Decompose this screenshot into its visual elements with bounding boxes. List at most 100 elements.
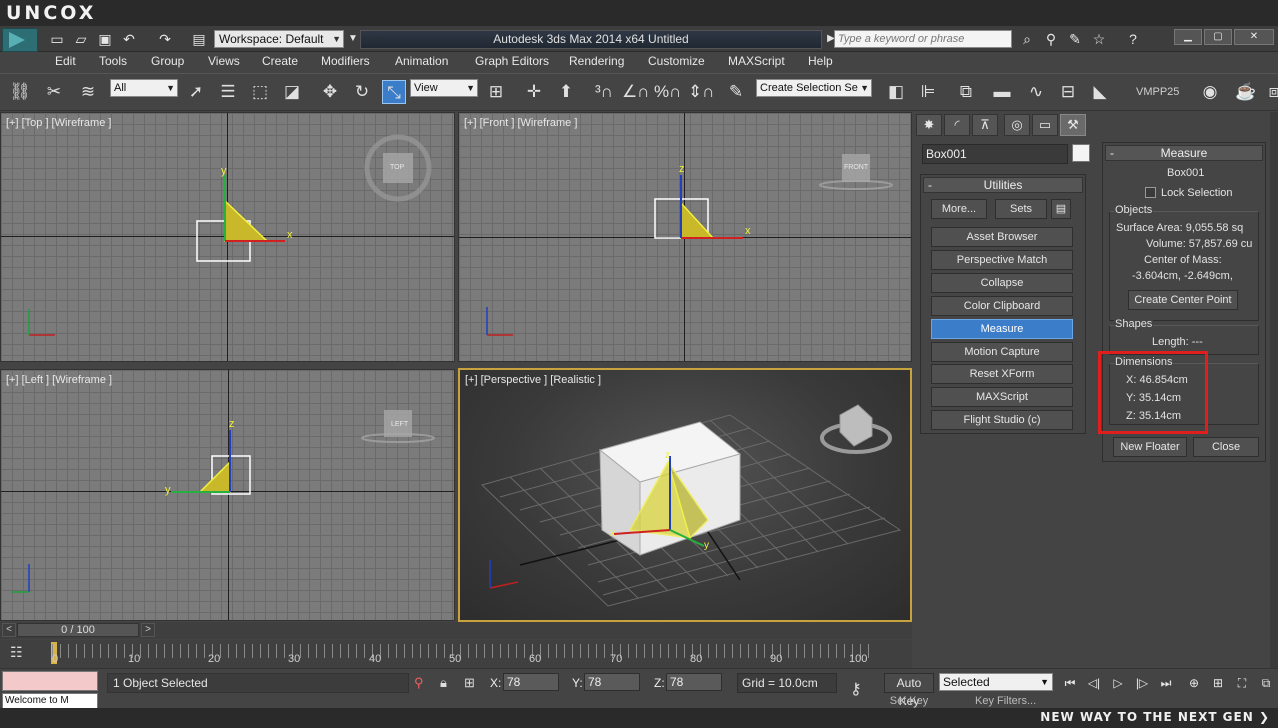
motion-capture-button[interactable]: Motion Capture xyxy=(931,342,1073,362)
viewcube-left-label[interactable]: LEFT xyxy=(391,421,408,428)
align-icon[interactable]: ⊫ xyxy=(916,80,940,104)
pivot-center-icon[interactable]: ⊞ xyxy=(484,80,508,104)
object-color-swatch[interactable] xyxy=(1072,144,1090,162)
snaps-toggle-icon[interactable]: ³∩ xyxy=(592,80,616,104)
absolute-mode-icon[interactable]: ⊞ xyxy=(464,675,475,691)
track-bar[interactable]: ☷ 0 10 20 30 40 50 60 70 80 90 100 xyxy=(0,640,912,668)
key-filters-button[interactable]: Key Filters... xyxy=(975,695,1036,707)
close-button[interactable]: Close xyxy=(1193,437,1259,457)
previous-frame-button[interactable]: < xyxy=(2,623,16,637)
move-icon[interactable]: ✥ xyxy=(318,80,342,104)
menu-create[interactable]: Create xyxy=(262,54,298,68)
frame-indicator[interactable]: 0 / 100 xyxy=(17,623,139,637)
display-tab-icon[interactable]: ▭ xyxy=(1032,114,1058,136)
y-coordinate-field[interactable]: 78 xyxy=(584,673,640,691)
object-name-field[interactable]: Box001 xyxy=(922,144,1068,164)
x-coordinate-field[interactable]: 78 xyxy=(503,673,559,691)
zoom-all-icon[interactable]: ⊞ xyxy=(1208,673,1228,693)
communication-icon[interactable]: ✎ xyxy=(1066,30,1084,48)
next-key-icon[interactable]: |▷ xyxy=(1132,673,1152,693)
hierarchy-tab-icon[interactable]: ⊼ xyxy=(972,114,998,136)
new-floater-button[interactable]: New Floater xyxy=(1113,437,1187,457)
menu-tools[interactable]: Tools xyxy=(99,54,127,68)
viewcube-top-label[interactable]: TOP xyxy=(390,164,404,171)
collapse-button[interactable]: Collapse xyxy=(931,273,1073,293)
selection-filter-dropdown[interactable]: All ▼ xyxy=(110,79,178,97)
measure-button[interactable]: Measure xyxy=(931,319,1073,339)
menu-help[interactable]: Help xyxy=(808,54,833,68)
open-file-icon[interactable]: ▱ xyxy=(72,30,90,48)
layer-manager-icon[interactable]: ⧉ xyxy=(954,80,978,104)
mirror-icon[interactable]: ◧ xyxy=(884,80,908,104)
zoom-extents-all-icon[interactable]: ⧉ xyxy=(1256,673,1276,693)
go-to-start-icon[interactable]: ⏮ xyxy=(1060,673,1080,693)
create-center-point-button[interactable]: Create Center Point xyxy=(1128,290,1238,310)
scale-icon[interactable]: ⤡ xyxy=(382,80,406,104)
menu-edit[interactable]: Edit xyxy=(55,54,76,68)
curve-editor-mini-icon[interactable]: ☷ xyxy=(10,644,32,662)
render-production-icon[interactable]: ⧈ xyxy=(1262,80,1278,104)
create-tab-icon[interactable]: ✸ xyxy=(916,114,942,136)
zoom-extents-icon[interactable]: ⛶ xyxy=(1232,673,1252,693)
save-icon[interactable]: ▣ xyxy=(96,30,114,48)
menu-customize[interactable]: Customize xyxy=(648,54,705,68)
selection-lock-icon[interactable]: 🔒︎ xyxy=(440,675,447,691)
redo-icon[interactable]: ↷ xyxy=(156,30,174,48)
reference-coord-dropdown[interactable]: View ▼ xyxy=(410,79,478,97)
time-slider[interactable]: < 0 / 100 > xyxy=(0,622,912,639)
close-window-button[interactable]: ✕ xyxy=(1234,29,1274,45)
favorites-icon[interactable]: ☆ xyxy=(1090,30,1108,48)
maxscript-output[interactable]: Welcome to M xyxy=(2,693,98,709)
viewport-left[interactable]: [+] [Left ] [Wireframe ] LEFT z y xyxy=(0,369,455,621)
viewport-top[interactable]: [+] [Top ] [Wireframe ] TOP y x xyxy=(0,112,455,362)
keyboard-shortcut-icon[interactable]: ⬆ xyxy=(554,80,578,104)
go-to-end-icon[interactable]: ⏭ xyxy=(1156,673,1176,693)
spinner-snap-icon[interactable]: ⇕∩ xyxy=(688,80,714,104)
menu-views[interactable]: Views xyxy=(208,54,240,68)
set-key-icon[interactable]: ⚷ xyxy=(850,679,862,699)
unlink-icon[interactable]: ✂ xyxy=(42,80,66,104)
undo-icon[interactable]: ↶ xyxy=(120,30,138,48)
flight-studio-button[interactable]: Flight Studio (c) xyxy=(931,410,1073,430)
angle-snap-icon[interactable]: ∠∩ xyxy=(622,80,649,104)
maxscript-button[interactable]: MAXScript xyxy=(931,387,1073,407)
app-menu-button[interactable] xyxy=(2,28,38,52)
named-selection-dropdown[interactable]: Create Selection Se ▼ xyxy=(756,79,872,97)
material-editor-icon[interactable]: ◣ xyxy=(1088,80,1112,104)
minimize-button[interactable]: ▁ xyxy=(1174,29,1202,45)
viewport-perspective[interactable]: [+] [Perspective ] [Realistic ] z x y xyxy=(458,368,912,622)
lock-selection-checkbox[interactable] xyxy=(1145,187,1156,198)
rectangular-selection-icon[interactable]: ⬚ xyxy=(248,80,272,104)
schematic-view-icon[interactable]: ⊟ xyxy=(1056,80,1080,104)
maximize-button[interactable]: ▢ xyxy=(1204,29,1232,45)
utilities-rollout-header[interactable]: - Utilities xyxy=(923,177,1083,193)
search-icon[interactable]: ⌕ xyxy=(1018,30,1036,48)
set-key-button[interactable]: Set Key xyxy=(884,695,934,709)
color-clipboard-button[interactable]: Color Clipboard xyxy=(931,296,1073,316)
window-crossing-icon[interactable]: ◪ xyxy=(280,80,304,104)
key-mode-dropdown[interactable]: Selected ▼ xyxy=(939,673,1053,691)
subscription-icon[interactable]: ⚲ xyxy=(1042,30,1060,48)
edit-named-selection-icon[interactable]: ✎ xyxy=(724,80,748,104)
asset-browser-button[interactable]: Asset Browser xyxy=(931,227,1073,247)
menu-modifiers[interactable]: Modifiers xyxy=(321,54,370,68)
select-manipulate-icon[interactable]: ✛ xyxy=(522,80,546,104)
select-link-icon[interactable]: ⛓ xyxy=(8,80,32,104)
viewport-front[interactable]: [+] [Front ] [Wireframe ] FRONT z x xyxy=(458,112,912,362)
menu-animation[interactable]: Animation xyxy=(395,54,448,68)
configure-sets-icon[interactable]: ▤ xyxy=(1051,199,1071,219)
render-setup-icon[interactable]: ◉ xyxy=(1198,80,1222,104)
bind-spacewarp-icon[interactable]: ≋ xyxy=(76,80,100,104)
curve-editor-icon[interactable]: ∿ xyxy=(1024,80,1048,104)
rendered-frame-icon[interactable]: ☕ xyxy=(1234,80,1258,104)
help-icon[interactable]: ? xyxy=(1124,30,1142,48)
workspace-dropdown[interactable]: Workspace: Default ▼ xyxy=(214,30,344,48)
auto-key-button[interactable]: Auto Key xyxy=(884,673,934,708)
perspective-match-button[interactable]: Perspective Match xyxy=(931,250,1073,270)
motion-tab-icon[interactable]: ◎ xyxy=(1004,114,1030,136)
z-coordinate-field[interactable]: 78 xyxy=(666,673,722,691)
panel-scrollbar[interactable] xyxy=(1270,112,1278,668)
menu-rendering[interactable]: Rendering xyxy=(569,54,624,68)
rotate-icon[interactable]: ↻ xyxy=(350,80,374,104)
new-file-icon[interactable]: ▭ xyxy=(48,30,66,48)
